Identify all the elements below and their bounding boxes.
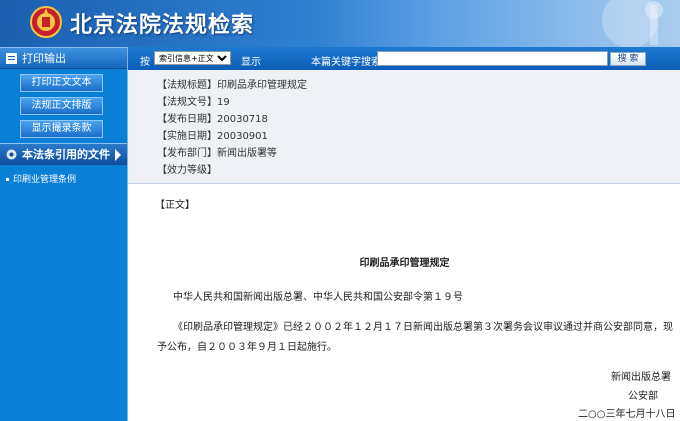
display-by-label: 按 [140,57,150,68]
main-content: 按 索引信息+正文 显示 本篇关键字搜索: 搜 索 【法规标题】印刷品承印管理规… [127,47,680,421]
print-section-title: 打印输出 [22,52,66,65]
meta-key: 【发布部门】 [157,148,217,159]
signer-1: 新闻出版总署 [611,372,671,383]
print-section-header: 打印输出 [0,47,127,69]
meta-key: 【法规文号】 [157,97,217,108]
gear-icon [6,149,17,160]
court-emblem-icon [30,6,62,38]
cited-item-link[interactable]: 印刷业管理条例 [0,165,127,185]
bullet-icon [6,178,9,181]
sidebar: 打印输出 打印正文文本 法规正文排版 显示撮录条款 本法条引用的文件 印刷业管理… [0,47,127,421]
keyword-search-input[interactable] [377,51,608,66]
meta-row-effective-date: 【实施日期】20030901 [157,128,680,145]
header-banner: 北京法院法规检索 [0,0,680,47]
display-mode-select[interactable]: 索引信息+正文 [154,51,231,65]
document-title: 印刷品承印管理规定 [359,258,450,269]
search-button[interactable]: 搜 索 [610,52,646,66]
cited-files-title: 本法条引用的文件 [22,148,110,161]
meta-value: 新闻出版署等 [217,148,277,159]
show-label: 显示 [241,57,261,68]
paragraph-line-1: 《印刷品承印管理规定》已经２００２年１２月１７日新闻出版总署第３次署务会议审议通… [173,322,673,333]
meta-key: 【法规标题】 [157,80,217,91]
meta-row-publish-date: 【发布日期】20030718 [157,111,680,128]
meta-key: 【实施日期】 [157,131,217,142]
body-section-label: 【正文】 [155,200,195,211]
law-metadata: 【法规标题】印刷品承印管理规定 【法规文号】19 【发布日期】20030718 … [128,70,680,184]
meta-value: 20030718 [217,114,268,125]
print-icon [6,53,17,64]
order-line: 中华人民共和国新闻出版总署、中华人民共和国公安部令第１９号 [173,292,463,303]
meta-row-number: 【法规文号】19 [157,94,680,111]
meta-row-department: 【发布部门】新闻出版署等 [157,145,680,162]
paragraph-line-2: 予公布，自２００３年９月１日起施行。 [157,342,337,353]
law-text-layout-button[interactable]: 法规正文排版 [20,97,103,115]
meta-row-title: 【法规标题】印刷品承印管理规定 [157,77,680,94]
law-body: 【正文】 印刷品承印管理规定 中华人民共和国新闻出版总署、中华人民共和国公安部令… [128,184,680,420]
body-paragraph: 《印刷品承印管理规定》已经２００２年１２月１７日新闻出版总署第３次署务会议审议通… [157,318,678,358]
meta-value: 印刷品承印管理规定 [217,80,307,91]
meta-value: 19 [217,97,230,108]
print-text-button[interactable]: 打印正文文本 [20,74,103,92]
cited-item-label: 印刷业管理条例 [13,175,77,185]
meta-key: 【发布日期】 [157,114,217,125]
app-title: 北京法院法规检索 [70,13,255,38]
search-toolbar: 按 索引信息+正文 显示 本篇关键字搜索: 搜 索 [128,47,680,70]
sign-date: 二○○三年七月十八日 [578,409,676,420]
arrow-right-icon [115,149,121,161]
show-excerpt-button[interactable]: 显示撮录条款 [20,120,103,138]
signer-2: 公安部 [628,391,658,402]
meta-row-level: 【效力等级】 [157,162,680,179]
cited-files-header[interactable]: 本法条引用的文件 [0,143,127,165]
keyword-search-label: 本篇关键字搜索: [311,57,385,68]
meta-value: 20030901 [217,131,268,142]
header-decoration [602,0,663,47]
meta-key: 【效力等级】 [157,165,217,176]
